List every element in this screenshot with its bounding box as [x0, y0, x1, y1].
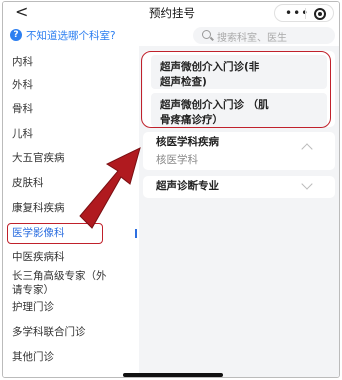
selected-indicator: [135, 229, 137, 238]
dept-item-ent[interactable]: 大五官疾病: [12, 152, 65, 165]
group-title: 超声诊断专业: [156, 180, 219, 192]
search-placeholder: 搜索科室、医生: [217, 33, 287, 44]
dept-item-surgery[interactable]: 外科: [12, 79, 33, 92]
dept-item-mdt[interactable]: 多学科联合门诊: [12, 326, 86, 339]
nuclear-medicine-card[interactable]: 核医学科疾病 核医学科: [143, 132, 335, 170]
home-indicator: [123, 373, 223, 377]
dept-item-yrd-experts-line2[interactable]: 请专家）: [12, 284, 54, 297]
dept-item-rehab[interactable]: 康复科疾病: [12, 202, 65, 215]
dept-item-orthopedics[interactable]: 骨科: [12, 103, 33, 116]
dept-item-nursing[interactable]: 护理门诊: [12, 301, 54, 314]
capsule-divider: [305, 8, 306, 19]
search-icon: [202, 30, 211, 39]
chevron-up-icon[interactable]: [301, 143, 313, 155]
search-input[interactable]: 搜索科室、医生: [193, 27, 335, 44]
top-nav-bar: < 预约挂号 •••: [3, 2, 339, 24]
dept-item-tcm[interactable]: 中医疾病科: [12, 251, 65, 264]
chevron-down-icon[interactable]: [301, 178, 313, 190]
ultrasound-diagnosis-card[interactable]: 超声诊断专业: [143, 176, 335, 198]
dept-item-other[interactable]: 其他门诊: [12, 351, 54, 364]
dept-item-internal[interactable]: 内科: [12, 56, 33, 69]
dept-item-pediatrics[interactable]: 儿科: [12, 128, 33, 141]
department-list: 内科 外科 骨科 儿科 大五官疾病 皮肤科 康复科疾病 医学影像科 中医疾病科 …: [3, 46, 139, 377]
group-title: 核医学科疾病: [156, 136, 219, 148]
helper-bar: ? 不知道选哪个科室? 搜索科室、医生: [3, 25, 339, 45]
dept-item-dermatology[interactable]: 皮肤科: [12, 177, 44, 190]
selected-dept-highlight: [7, 223, 103, 244]
mini-program-capsule: •••: [274, 4, 334, 22]
department-guide-link[interactable]: 不知道选哪个科室?: [26, 28, 116, 43]
question-icon: ?: [10, 29, 22, 41]
sub-items-highlight: [141, 51, 331, 128]
group-subtitle[interactable]: 核医学科: [156, 152, 198, 167]
close-mini-program-icon[interactable]: [314, 8, 326, 20]
dept-item-yrd-experts[interactable]: 长三角高级专家（外: [12, 270, 107, 283]
